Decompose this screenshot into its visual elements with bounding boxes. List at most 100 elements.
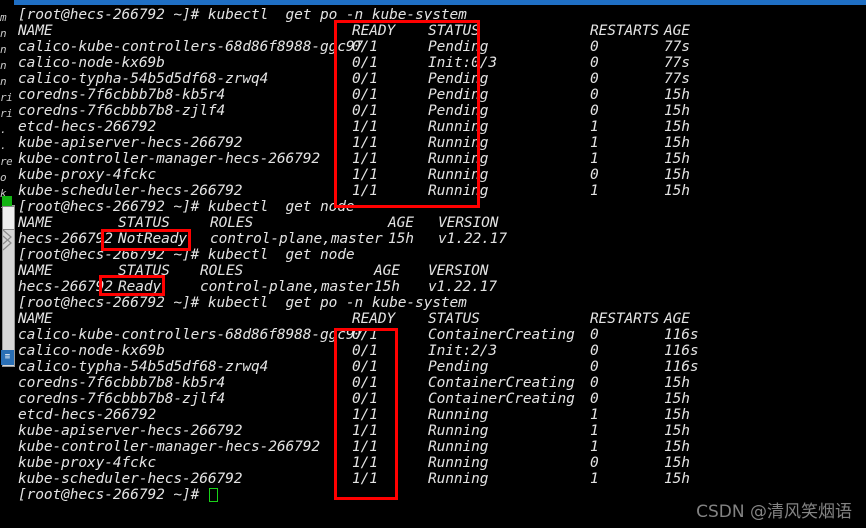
cell: kube-scheduler-hecs-266792 bbox=[18, 183, 243, 199]
cell: 0/1 bbox=[352, 391, 378, 407]
cell: 1 bbox=[590, 423, 599, 439]
cell: kube-scheduler-hecs-266792 bbox=[18, 471, 243, 487]
cell: 0 bbox=[590, 55, 599, 71]
cell: coredns-7f6cbbb7b8-zjlf4 bbox=[18, 103, 226, 119]
cell: 0/1 bbox=[352, 87, 378, 103]
cell: 1 bbox=[590, 151, 599, 167]
cell: 0 bbox=[590, 87, 599, 103]
cell: 1/1 bbox=[352, 135, 378, 151]
cell: 15h bbox=[664, 103, 690, 119]
column-header-restarts: RESTARTS bbox=[590, 23, 660, 39]
column-header-name: NAME bbox=[18, 23, 53, 39]
cell: 0/1 bbox=[352, 375, 378, 391]
cell: kube-apiserver-hecs-266792 bbox=[18, 423, 243, 439]
cell: Pending bbox=[428, 103, 489, 119]
column-header-roles: ROLES bbox=[210, 215, 254, 231]
cell: 1/1 bbox=[352, 151, 378, 167]
cell: Init:0/3 bbox=[428, 55, 498, 71]
column-header-name: NAME bbox=[18, 311, 53, 327]
column-header-status: STATUS bbox=[118, 215, 170, 231]
cell: 116s bbox=[664, 343, 699, 359]
cell: ContainerCreating bbox=[428, 327, 575, 343]
column-header-version: VERSION bbox=[438, 215, 499, 231]
terminal-screenshot: m n n n n ri ri . . re o k t ≡ [root@hec… bbox=[0, 0, 866, 528]
cell: 77s bbox=[664, 55, 690, 71]
cell: 1/1 bbox=[352, 407, 378, 423]
cell: 15h bbox=[664, 423, 690, 439]
cell: 0 bbox=[590, 455, 599, 471]
cell: 0 bbox=[590, 343, 599, 359]
cell: calico-typha-54b5d5df68-zrwq4 bbox=[18, 71, 269, 87]
cell: 0 bbox=[590, 71, 599, 87]
cell: Ready bbox=[118, 279, 162, 295]
cell: 116s bbox=[664, 327, 699, 343]
cell: 1/1 bbox=[352, 167, 378, 183]
cell: Running bbox=[428, 471, 489, 487]
column-header-name: NAME bbox=[18, 263, 53, 279]
cell: Pending bbox=[428, 87, 489, 103]
terminal-output-area[interactable]: [root@hecs-266792 ~]# kubectl get po -n … bbox=[14, 5, 866, 528]
cell: 0/1 bbox=[352, 39, 378, 55]
cell: 15h bbox=[664, 167, 690, 183]
terminal-window: [root@hecs-266792 ~]# kubectl get po -n … bbox=[14, 0, 866, 528]
cell: 0/1 bbox=[352, 103, 378, 119]
cell: Running bbox=[428, 167, 489, 183]
column-header-age: AGE bbox=[664, 23, 690, 39]
cell: Running bbox=[428, 183, 489, 199]
cell: 116s bbox=[664, 359, 699, 375]
cell: 1 bbox=[590, 407, 599, 423]
cell: 15h bbox=[664, 407, 690, 423]
cell: 15h bbox=[664, 135, 690, 151]
cell: Running bbox=[428, 439, 489, 455]
cell: Running bbox=[428, 119, 489, 135]
cell: 0/1 bbox=[352, 359, 378, 375]
cell: 1/1 bbox=[352, 119, 378, 135]
command-text: [root@hecs-266792 ~]# kubectl get node bbox=[18, 247, 355, 263]
column-header-ready: READY bbox=[352, 311, 396, 327]
cell: 1/1 bbox=[352, 439, 378, 455]
command-text: [root@hecs-266792 ~]# kubectl get node bbox=[18, 199, 355, 215]
cell: coredns-7f6cbbb7b8-zjlf4 bbox=[18, 391, 226, 407]
cell: kube-proxy-4fckc bbox=[18, 167, 157, 183]
cell: ContainerCreating bbox=[428, 375, 575, 391]
cell: ContainerCreating bbox=[428, 391, 575, 407]
cell: 0 bbox=[590, 167, 599, 183]
column-header-roles: ROLES bbox=[200, 263, 244, 279]
cell: coredns-7f6cbbb7b8-kb5r4 bbox=[18, 375, 226, 391]
cell: kube-apiserver-hecs-266792 bbox=[18, 135, 243, 151]
cell: 0/1 bbox=[352, 71, 378, 87]
cell: 0 bbox=[590, 359, 599, 375]
cell: 0 bbox=[590, 103, 599, 119]
cell: Pending bbox=[428, 39, 489, 55]
column-header-age: AGE bbox=[388, 215, 414, 231]
column-header-age: AGE bbox=[374, 263, 400, 279]
cell: hecs-266792 bbox=[18, 231, 113, 247]
cell: coredns-7f6cbbb7b8-kb5r4 bbox=[18, 87, 226, 103]
cell: 77s bbox=[664, 71, 690, 87]
cell: 15h bbox=[664, 455, 690, 471]
cell: Init:2/3 bbox=[428, 343, 498, 359]
cell: 1/1 bbox=[352, 183, 378, 199]
cell: Pending bbox=[428, 359, 489, 375]
cell: 1 bbox=[590, 471, 599, 487]
cell: 0 bbox=[590, 39, 599, 55]
cell: 1 bbox=[590, 183, 599, 199]
cell: calico-kube-controllers-68d86f8988-ggc97 bbox=[18, 39, 364, 55]
cell: 1 bbox=[590, 119, 599, 135]
cell: 15h bbox=[388, 231, 414, 247]
column-header-restarts: RESTARTS bbox=[590, 311, 660, 327]
cell: 0/1 bbox=[352, 343, 378, 359]
cell: 15h bbox=[664, 471, 690, 487]
cell: kube-controller-manager-hecs-266792 bbox=[18, 439, 321, 455]
cell: 1/1 bbox=[352, 471, 378, 487]
cell: etcd-hecs-266792 bbox=[18, 119, 157, 135]
cell: calico-node-kx69b bbox=[18, 343, 165, 359]
prompt-text: [root@hecs-266792 ~]# bbox=[18, 487, 200, 503]
cell: 0 bbox=[590, 327, 599, 343]
cell: 1/1 bbox=[352, 455, 378, 471]
column-header-status: STATUS bbox=[428, 23, 480, 39]
background-app-icon[interactable]: ≡ bbox=[1, 350, 14, 365]
command-text: [root@hecs-266792 ~]# kubectl get po -n … bbox=[18, 295, 467, 311]
cell: 15h bbox=[664, 87, 690, 103]
cell: Running bbox=[428, 151, 489, 167]
